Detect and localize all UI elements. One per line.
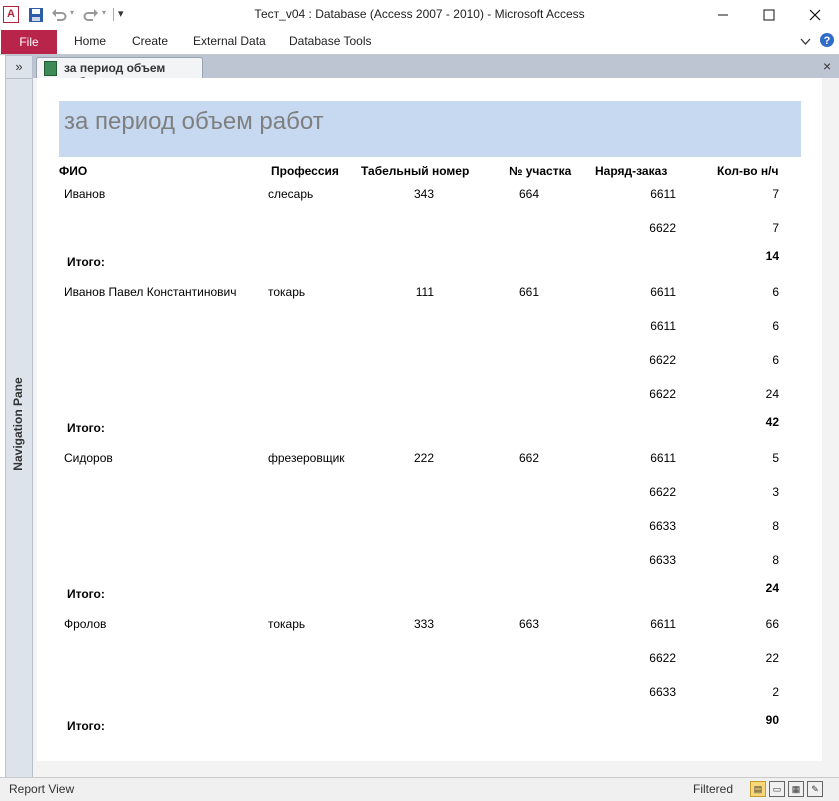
report-icon: [44, 61, 57, 76]
order-number: 6611: [650, 617, 676, 631]
group-total-value: 90: [765, 713, 779, 727]
employee-profession: токарь: [268, 285, 306, 299]
group-total-value: 24: [765, 581, 779, 595]
navigation-pane-label[interactable]: Navigation Pane: [11, 367, 27, 481]
status-view-label: Report View: [9, 782, 75, 796]
order-qty: 3: [772, 485, 779, 499]
header-order: Наряд-заказ: [595, 164, 668, 178]
maximize-icon: [763, 9, 775, 21]
employee-tab-number: 222: [413, 451, 434, 465]
report-title: за период объем работ: [64, 108, 324, 135]
svg-text:?: ?: [824, 35, 831, 47]
tab-home[interactable]: Home: [74, 34, 106, 48]
employee-name: Фролов: [64, 617, 107, 631]
header-section: № участка: [509, 164, 572, 178]
header-qty: Кол-во н/ч: [717, 164, 779, 178]
minimize-icon: [718, 14, 728, 16]
employee-tab-number: 343: [413, 187, 434, 201]
group-total-value: 14: [765, 249, 779, 263]
order-number: 6622: [649, 353, 676, 367]
order-number: 6622: [649, 221, 676, 235]
file-tab[interactable]: File: [1, 30, 57, 54]
layout-view-icon[interactable]: ▦: [788, 781, 804, 797]
header-profession: Профессия: [271, 164, 339, 178]
order-qty: 7: [772, 187, 779, 201]
employee-tab-number: 111: [415, 285, 434, 299]
close-window-button[interactable]: [792, 0, 838, 30]
document-tab[interactable]: за период объем работ: [36, 57, 203, 89]
title-bar: A ▾ ▾ ▾ Тест_v04 : Database (Access 2007…: [0, 0, 839, 30]
order-number: 6633: [649, 553, 676, 567]
help-icon[interactable]: ?: [819, 32, 835, 48]
order-number: 6622: [649, 651, 676, 665]
employee-section: 661: [519, 285, 540, 299]
group-total-label: Итого:: [67, 719, 105, 733]
order-qty: 8: [772, 553, 779, 567]
employee-name: Иванов: [64, 187, 106, 201]
group-total-label: Итого:: [67, 255, 105, 269]
ribbon-tabs: File Home Create External Data Database …: [0, 30, 839, 55]
navigation-pane[interactable]: » Navigation Pane: [5, 55, 33, 779]
order-qty: 2: [772, 685, 779, 699]
minimize-ribbon-icon[interactable]: [800, 36, 811, 47]
employee-section: 664: [519, 187, 540, 201]
expand-nav-pane-button[interactable]: »: [6, 56, 32, 79]
group-total-value: 42: [765, 415, 779, 429]
order-number: 6611: [650, 285, 676, 299]
design-view-icon[interactable]: ✎: [807, 781, 823, 797]
filtered-indicator[interactable]: Filtered: [693, 782, 733, 796]
order-qty: 6: [772, 353, 779, 367]
order-qty: 6: [772, 319, 779, 333]
order-number: 6611: [650, 319, 676, 333]
employee-profession: слесарь: [268, 187, 314, 201]
tab-external-data[interactable]: External Data: [193, 34, 266, 48]
print-preview-icon[interactable]: ▭: [769, 781, 785, 797]
header-tab-number: Табельный номер: [361, 164, 470, 178]
report-view-icon[interactable]: ▤: [750, 781, 766, 797]
order-number: 6622: [649, 387, 676, 401]
group-total-label: Итого:: [67, 421, 105, 435]
order-number: 6611: [650, 451, 676, 465]
order-qty: 6: [772, 285, 779, 299]
employee-profession: фрезеровщик: [268, 451, 345, 465]
order-qty: 22: [765, 651, 779, 665]
tab-database-tools[interactable]: Database Tools: [289, 34, 372, 48]
order-number: 6633: [649, 519, 676, 533]
order-qty: 66: [765, 617, 779, 631]
order-qty: 7: [772, 221, 779, 235]
order-number: 6622: [649, 485, 676, 499]
order-qty: 24: [765, 387, 779, 401]
close-icon: [809, 9, 821, 21]
header-fio: ФИО: [59, 164, 88, 178]
group-total-label: Итого:: [67, 587, 105, 601]
minimize-button[interactable]: [700, 0, 746, 30]
document-tab-bar: за период объем работ ×: [33, 55, 839, 89]
employee-name: Сидоров: [64, 451, 113, 465]
employee-profession: токарь: [268, 617, 306, 631]
employee-section: 662: [519, 451, 540, 465]
report-page: [37, 78, 822, 761]
order-qty: 5: [772, 451, 779, 465]
tab-create[interactable]: Create: [132, 34, 168, 48]
employee-tab-number: 333: [413, 617, 434, 631]
order-number: 6611: [650, 187, 676, 201]
order-number: 6633: [649, 685, 676, 699]
employee-name: Иванов Павел Константинович: [64, 285, 237, 299]
order-qty: 8: [772, 519, 779, 533]
status-bar: Report View Filtered ▤ ▭ ▦ ✎: [0, 777, 839, 801]
close-document-button[interactable]: ×: [823, 58, 831, 74]
employee-section: 663: [519, 617, 540, 631]
maximize-button[interactable]: [746, 0, 792, 30]
